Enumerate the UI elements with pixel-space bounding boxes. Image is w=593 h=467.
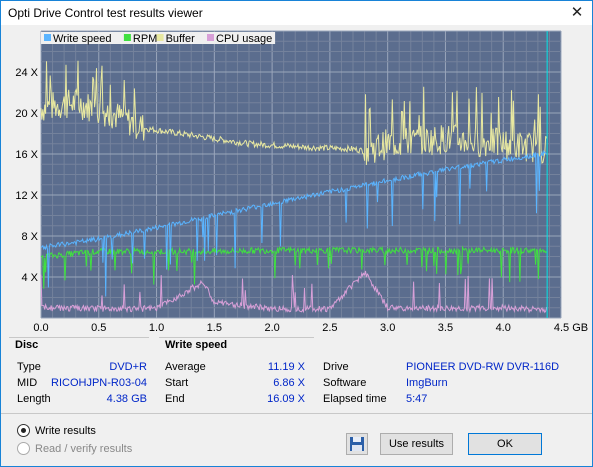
drive-label: Drive [323, 361, 349, 373]
write-speed-chart: Write speed RPM Buffer CPU usage 4 X 8 X 12 X… [15, 30, 588, 334]
chart-legend: Write speed RPM Buffer CPU usage [41, 32, 276, 45]
elapsed-time-label: Elapsed time [323, 393, 387, 405]
disc-separator [9, 337, 149, 338]
x-tick-label: 0.5 [91, 322, 106, 334]
window-title: Opti Drive Control test results viewer [8, 6, 203, 20]
y-tick-label: 16 X [15, 149, 38, 161]
disc-mid-value: RICOHJPN-R03-04 [51, 377, 147, 389]
write-speed-header: Write speed [165, 339, 228, 351]
y-tick-label: 20 X [15, 108, 38, 120]
y-axis-ticks: 4 X 8 X 12 X 16 X 20 X 24 X [15, 67, 38, 284]
x-tick-label: 4.5 GB [554, 322, 588, 334]
close-button[interactable]: ✕ [566, 3, 588, 23]
software-value: ImgBurn [406, 377, 448, 389]
y-tick-label: 24 X [15, 67, 38, 79]
x-tick-label: 2.5 [322, 322, 337, 334]
y-tick-label: 4 X [21, 272, 38, 284]
ok-button[interactable]: OK [468, 433, 542, 455]
write-speed-separator [159, 337, 314, 338]
legend-label: Write speed [53, 33, 112, 45]
radio-selected-icon[interactable] [17, 424, 30, 437]
elapsed-time-value: 5:47 [406, 393, 428, 405]
chart-panel: Write speed RPM Buffer CPU usage 4 X 8 X 12 X… [1, 28, 592, 334]
software-label: Software [323, 377, 367, 389]
drive-value: PIONEER DVD-RW DVR-116D [406, 361, 560, 373]
start-value: 6.86 X [273, 377, 305, 389]
legend-label: CPU usage [216, 33, 272, 45]
x-tick-label: 0.0 [33, 322, 48, 334]
legend-swatch [44, 34, 51, 41]
radio-unselected-icon[interactable] [17, 442, 30, 455]
y-tick-label: 12 X [15, 190, 38, 202]
x-tick-label: 3.0 [380, 322, 395, 334]
x-tick-label: 3.5 [438, 322, 453, 334]
y-tick-label: 8 X [21, 231, 38, 243]
results-viewer-window: Opti Drive Control test results viewer ✕… [0, 0, 593, 467]
title-bar: Opti Drive Control test results viewer ✕ [1, 1, 592, 25]
legend-label: Buffer [166, 33, 195, 45]
end-value: 16.09 X [267, 393, 305, 405]
save-icon [350, 437, 364, 451]
x-tick-label: 4.0 [496, 322, 511, 334]
x-tick-label: 1.5 [207, 322, 222, 334]
read-verify-radio[interactable]: Read / verify results [17, 442, 132, 455]
x-axis-ticks: 0.0 0.5 1.0 1.5 2.0 2.5 3.0 3.5 4.0 4.5 GB [33, 322, 588, 334]
x-tick-label: 1.0 [149, 322, 164, 334]
disc-type-value: DVD+R [109, 361, 147, 373]
legend-swatch [156, 34, 164, 41]
write-results-radio[interactable]: Write results [17, 424, 96, 437]
use-results-button[interactable]: Use results [380, 433, 453, 455]
bottom-separator [1, 413, 592, 414]
legend-swatch [207, 34, 214, 41]
disc-length-value: 4.38 GB [106, 393, 147, 405]
average-value: 11.19 X [267, 361, 305, 373]
save-button[interactable] [346, 433, 368, 455]
disc-header: Disc [15, 339, 39, 351]
write-results-label: Write results [35, 424, 96, 437]
legend-swatch [123, 34, 131, 41]
x-tick-label: 2.0 [264, 322, 279, 334]
legend-label: RPM [133, 33, 157, 45]
read-verify-label: Read / verify results [35, 442, 133, 455]
